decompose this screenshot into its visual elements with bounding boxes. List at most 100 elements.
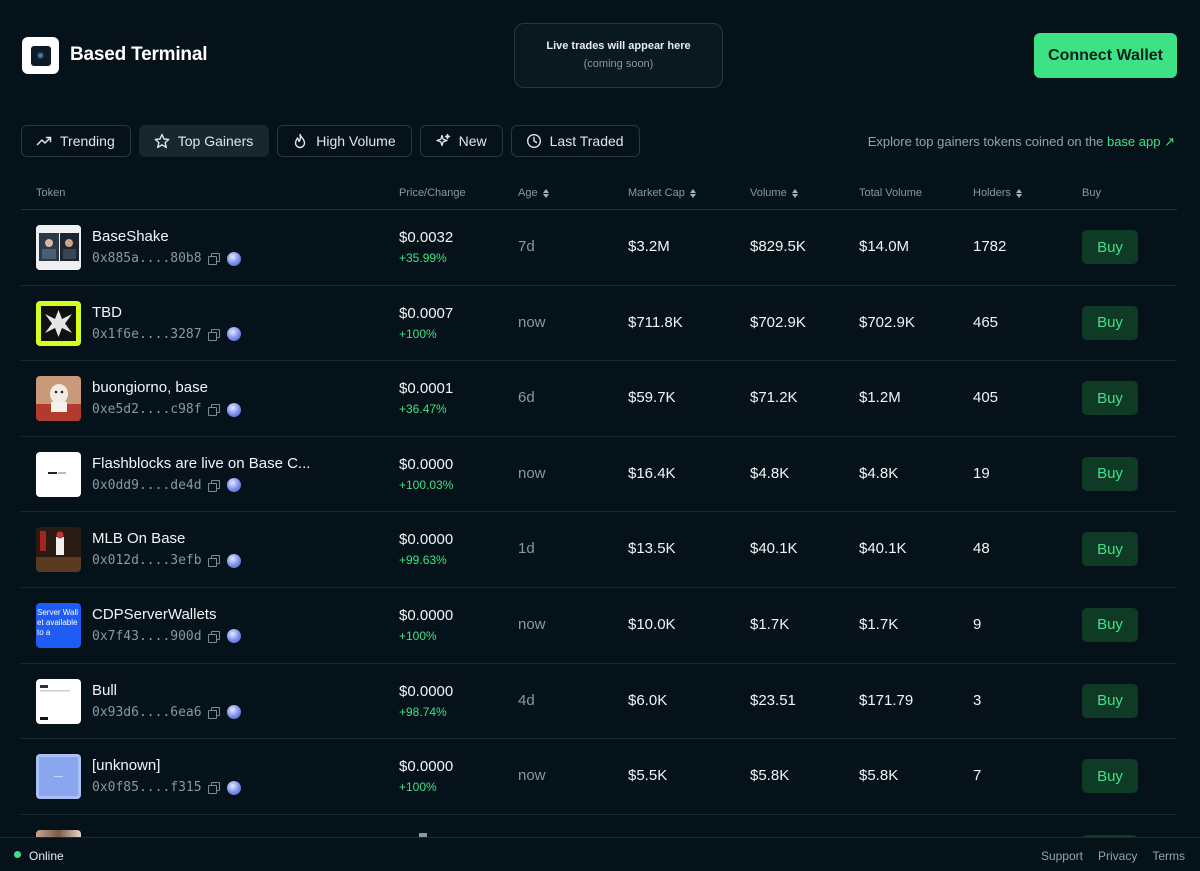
table-row[interactable]: buongiorno, base 0xe5d2....c98f $0.0001 … — [21, 361, 1177, 437]
brand-title[interactable]: Based Terminal — [70, 44, 207, 66]
tab-trending[interactable]: Trending — [21, 125, 131, 157]
header: Based Terminal Live trades will appear h… — [0, 0, 1200, 110]
table-row[interactable]: Bull 0x93d6....6ea6 $0.0000 +98.74% 4d $… — [21, 664, 1177, 740]
sort-icon[interactable] — [689, 188, 696, 198]
token-name[interactable]: TBD — [92, 304, 122, 321]
explore-text: Explore top gainers tokens coined on the… — [868, 134, 1175, 150]
table-row[interactable]: Flashblocks are live on Base C... 0x0dd9… — [21, 437, 1177, 513]
table-row-partial[interactable] — [21, 815, 1177, 837]
table-row[interactable]: TBD 0x1f6e....3287 $0.0007 +100% now $71… — [21, 286, 1177, 362]
sort-icon[interactable] — [542, 188, 549, 198]
table-row[interactable]: BaseShake 0x885a....80b8 $0.0032 +35.99%… — [21, 210, 1177, 286]
token-volume: $40.1K — [750, 540, 798, 558]
buy-button[interactable]: Buy — [1082, 381, 1138, 416]
token-holders: 48 — [973, 540, 990, 558]
base-chain-icon[interactable] — [226, 251, 241, 266]
col-holders[interactable]: Holders — [973, 187, 1022, 199]
base-chain-icon[interactable] — [226, 553, 241, 568]
token-price: $0.0000 — [399, 758, 454, 776]
token-thumbnail — [36, 754, 81, 800]
token-age: 4d — [518, 691, 535, 709]
copy-icon[interactable] — [207, 479, 220, 492]
privacy-link[interactable]: Privacy — [1098, 849, 1137, 863]
token-price: $0.0000 — [399, 455, 454, 473]
token-volume: $829.5K — [750, 238, 806, 255]
footer-links: Support Privacy Terms — [1041, 849, 1185, 863]
base-app-link[interactable]: base app ↗ — [1107, 134, 1175, 149]
logo-icon[interactable] — [22, 37, 59, 74]
base-chain-icon[interactable] — [226, 705, 241, 720]
token-name[interactable]: BaseShake — [92, 228, 169, 245]
footer: Online Support Privacy Terms — [0, 837, 1200, 871]
base-chain-icon[interactable] — [226, 402, 241, 417]
table-row[interactable]: MLB On Base 0x012d....3efb $0.0000 +99.6… — [21, 512, 1177, 588]
buy-button[interactable]: Buy — [1082, 683, 1138, 718]
terms-link[interactable]: Terms — [1152, 849, 1185, 863]
token-holders: 405 — [973, 389, 999, 407]
token-market-cap: $59.7K — [628, 389, 676, 407]
token-thumbnail — [36, 527, 81, 573]
token-address: 0x7f43....900d — [92, 629, 241, 644]
col-volume[interactable]: Volume — [750, 187, 798, 199]
token-name[interactable]: CDPServerWallets — [92, 606, 216, 623]
token-name[interactable]: Flashblocks are live on Base C... — [92, 455, 310, 472]
token-thumbnail — [36, 678, 81, 724]
copy-icon[interactable] — [207, 328, 220, 341]
col-market-cap[interactable]: Market Cap — [628, 187, 696, 199]
buy-button[interactable]: Buy — [1082, 456, 1138, 491]
token-name[interactable]: [unknown] — [92, 757, 160, 774]
token-name[interactable]: buongiorno, base — [92, 379, 208, 396]
col-total-volume: Total Volume — [859, 187, 922, 199]
token-holders: 7 — [973, 767, 982, 785]
copy-icon[interactable] — [207, 555, 220, 568]
tab-trending-label: Trending — [60, 133, 115, 149]
token-price: $0.0032 — [399, 229, 454, 246]
token-change: +100.03% — [399, 477, 454, 492]
base-chain-icon[interactable] — [226, 478, 241, 493]
table-row[interactable]: Server Wallet available to a CDPServerWa… — [21, 588, 1177, 664]
token-price: $0.0007 — [399, 304, 454, 322]
buy-button[interactable]: Buy — [1082, 607, 1138, 642]
tab-high-volume-label: High Volume — [316, 133, 396, 149]
buy-button[interactable]: Buy — [1082, 305, 1138, 340]
tab-high-volume[interactable]: High Volume — [277, 125, 412, 157]
tab-top-gainers[interactable]: Top Gainers — [138, 125, 270, 157]
connect-wallet-button[interactable]: Connect Wallet — [1034, 33, 1177, 78]
base-chain-icon[interactable] — [226, 629, 241, 644]
token-age: now — [518, 313, 546, 331]
tab-new[interactable]: New — [419, 125, 503, 157]
base-app-link-label: base app — [1106, 134, 1161, 149]
sort-icon[interactable] — [1015, 188, 1022, 198]
buy-button[interactable]: Buy — [1082, 532, 1138, 567]
col-price-change: Price/Change — [399, 187, 466, 199]
token-price: $0.0000 — [399, 606, 454, 624]
copy-icon[interactable] — [207, 782, 220, 795]
token-total-volume: $14.0M — [859, 238, 910, 255]
base-chain-icon[interactable] — [226, 780, 241, 795]
buy-button[interactable]: Buy — [1082, 230, 1138, 264]
token-total-volume: $1.2M — [859, 389, 901, 407]
copy-icon[interactable] — [207, 706, 220, 719]
live-trades-panel: Live trades will appear here (coming soo… — [514, 23, 723, 88]
token-thumbnail — [36, 300, 81, 346]
token-name[interactable]: MLB On Base — [92, 530, 185, 547]
tab-top-gainers-label: Top Gainers — [177, 133, 254, 149]
token-market-cap: $6.0K — [628, 691, 668, 709]
token-address: 0x1f6e....3287 — [92, 327, 241, 342]
copy-icon[interactable] — [207, 253, 220, 265]
tab-last-traded[interactable]: Last Traded — [510, 125, 640, 157]
token-name[interactable]: Bull — [92, 682, 117, 699]
copy-icon[interactable] — [207, 630, 220, 643]
col-age[interactable]: Age — [518, 187, 549, 199]
support-link[interactable]: Support — [1041, 849, 1083, 863]
live-trades-title: Live trades will appear here — [546, 40, 691, 52]
explore-prefix: Explore top gainers tokens coined on the — [867, 134, 1104, 149]
star-icon — [154, 133, 170, 149]
buy-button[interactable]: Buy — [1082, 759, 1138, 794]
token-total-volume: $4.8K — [859, 464, 899, 482]
base-chain-icon[interactable] — [226, 327, 241, 342]
sort-icon[interactable] — [791, 188, 798, 198]
live-trades-subtitle: (coming soon) — [583, 58, 654, 70]
copy-icon[interactable] — [207, 404, 220, 417]
table-row[interactable]: [unknown] 0x0f85....f315 $0.0000 +100% n… — [21, 739, 1177, 815]
